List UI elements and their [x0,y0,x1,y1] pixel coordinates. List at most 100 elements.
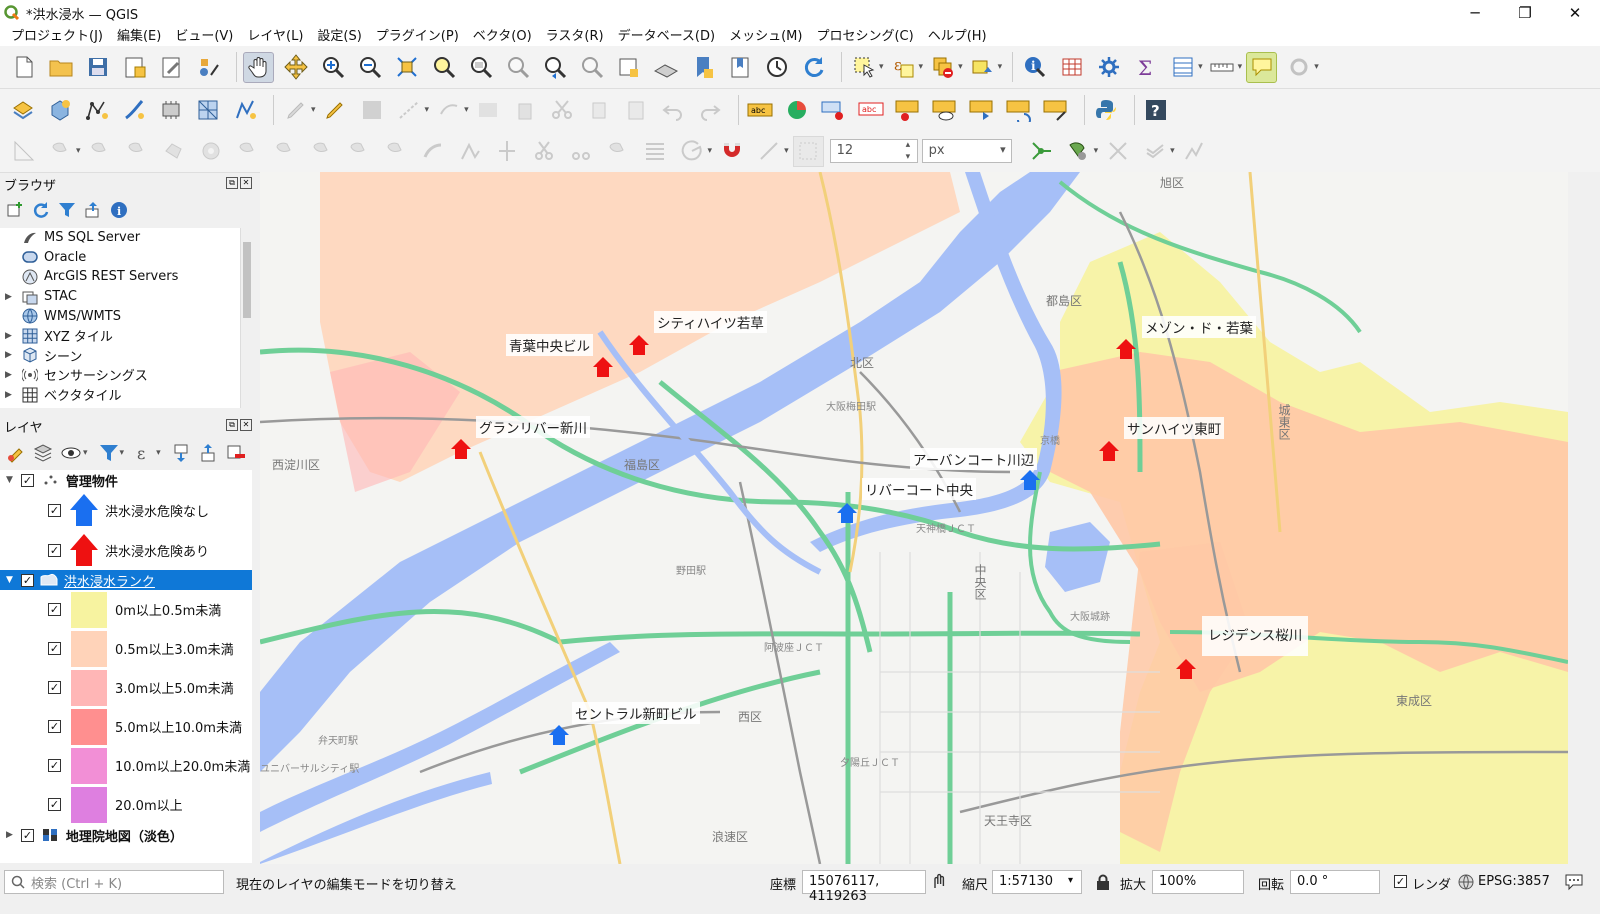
properties-icon[interactable]: i [110,201,128,219]
lock-scale-icon[interactable] [1096,874,1110,891]
identify-features-icon[interactable]: i [1019,52,1050,83]
select-by-location-icon[interactable] [967,52,998,83]
red-house-marker-icon[interactable] [1098,440,1120,462]
snapping-type-icon[interactable] [792,135,824,167]
paste-features-icon[interactable] [621,95,652,126]
merge-features-icon[interactable] [603,136,634,167]
fill-ring-icon[interactable] [270,136,301,167]
layout-manager-icon[interactable] [156,52,187,83]
legend-item[interactable]: ✓ 10.0m以上20.0m未満 [0,746,252,785]
open-attribute-table-icon[interactable] [1056,52,1087,83]
snapping-magnet-icon[interactable] [716,136,747,167]
open-layer-styling-icon[interactable] [6,443,26,463]
temporal-controller-icon[interactable] [761,52,792,83]
browser-item-stac[interactable]: ▶ STAC [0,287,252,307]
layer-checkbox[interactable]: ✓ [48,543,61,557]
filter-browser-icon[interactable] [58,201,76,219]
redo-icon[interactable] [695,95,726,126]
menu-mesh[interactable]: メッシュ(M) [722,25,809,44]
label-toolbar-icon[interactable]: abc [745,95,776,126]
crs-button[interactable]: EPSG:3857 [1478,874,1550,889]
menu-view[interactable]: ビュー(V) [168,25,240,44]
filter-by-expression-icon[interactable]: ε [135,443,155,463]
delete-ring-icon[interactable] [307,136,338,167]
toggle-extents-mouse-icon[interactable] [929,872,949,892]
add-part-icon[interactable] [233,136,264,167]
zoom-out-icon[interactable] [354,52,385,83]
legend-item[interactable]: ✓ 20.0m以上 [0,785,252,824]
layer-basemap[interactable]: ▶ ✓ 地理院地図（淡色） [0,825,252,845]
red-house-marker-icon[interactable] [450,438,472,460]
zoom-full-icon[interactable] [391,52,422,83]
digitize-line-icon[interactable] [394,95,425,126]
rotation-field[interactable]: 0.0 ° [1290,870,1380,894]
browser-scrollbar[interactable] [240,228,252,408]
processing-toolbox-icon[interactable] [1093,52,1124,83]
collapse-all-layers-icon[interactable] [199,443,219,463]
legend-checkbox[interactable]: ✓ [48,642,61,655]
close-panel-button[interactable]: ✕ [240,177,252,189]
legend-checkbox[interactable]: ✓ [48,720,61,733]
measure-icon[interactable] [1207,52,1238,83]
python-console-icon[interactable] [1091,95,1122,126]
new-temporary-scratch-layer-icon[interactable] [230,95,261,126]
split-parts-icon[interactable] [566,136,597,167]
layer-checkbox[interactable]: ✓ [48,503,61,517]
map-tips-icon[interactable] [1246,51,1278,83]
help-icon[interactable]: ? [1141,95,1172,126]
delete-selected-icon[interactable] [510,95,541,126]
label-properties-icon[interactable] [1041,95,1072,126]
legend-item[interactable]: ✓ 0m以上0.5m未満 [0,590,252,629]
legend-item[interactable]: ✓ 3.0m以上5.0m未満 [0,668,252,707]
coordinate-field[interactable]: 15076117, 4119263 [802,870,926,904]
change-label-icon[interactable] [1004,95,1035,126]
show-bookmarks-icon[interactable] [724,52,755,83]
tracing-icon[interactable] [1139,136,1170,167]
browser-item-mssql[interactable]: MS SQL Server [0,228,252,248]
zoom-last-icon[interactable] [539,52,570,83]
pan-to-selection-icon[interactable] [280,52,311,83]
new-geopackage-layer-icon[interactable] [45,95,76,126]
legend-checkbox[interactable]: ✓ [48,681,61,694]
current-edits-icon[interactable] [280,95,311,126]
scale-feature-icon[interactable] [122,136,153,167]
new-bookmark-icon[interactable] [687,52,718,83]
new-print-layout-icon[interactable] [119,52,150,83]
new-spatialite-layer-icon[interactable] [119,95,150,126]
simplify-feature-icon[interactable] [159,136,190,167]
vertex-tool-icon[interactable] [433,95,464,126]
add-group-icon[interactable] [33,443,53,463]
menu-layer[interactable]: レイヤ(L) [240,25,310,44]
menu-database[interactable]: データベース(D) [611,25,723,44]
float-panel-button[interactable]: ⧉ [226,419,238,431]
self-snapping-icon[interactable] [1102,136,1133,167]
layer-danger[interactable]: ✓ 洪水浸水危険あり [0,530,252,570]
add-ring-icon[interactable] [196,136,227,167]
toggle-editing-icon[interactable] [320,95,351,126]
close-panel-button[interactable]: ✕ [240,419,252,431]
legend-checkbox[interactable]: ✓ [48,603,61,616]
menu-edit[interactable]: 編集(E) [110,25,168,44]
menu-project[interactable]: プロジェクト(J) [4,25,110,44]
legend-checkbox[interactable]: ✓ [48,798,61,811]
refresh-icon[interactable] [798,52,829,83]
rotate-feature-icon[interactable] [85,136,116,167]
manage-map-themes-icon[interactable] [60,443,82,463]
enable-tracing-icon[interactable] [1179,136,1210,167]
zoom-to-selection-icon[interactable] [428,52,459,83]
save-project-icon[interactable] [82,52,113,83]
menu-help[interactable]: ヘルプ(H) [921,25,994,44]
red-house-marker-icon[interactable] [592,356,614,378]
move-label-icon[interactable] [893,95,924,126]
snapping-tolerance-input[interactable]: 12 [829,139,918,163]
browser-item-arcgis[interactable]: ArcGIS REST Servers [0,267,252,287]
filter-legend-icon[interactable] [99,443,119,463]
browser-item-sensorthings[interactable]: ▶ センサーシングス [0,365,252,385]
open-project-icon[interactable] [45,52,76,83]
snap-to-vertex-icon[interactable] [753,136,784,167]
save-layer-edits-icon[interactable] [357,95,388,126]
layer-checkbox[interactable]: ✓ [20,573,34,587]
zoom-in-icon[interactable] [317,52,348,83]
menu-vector[interactable]: ベクタ(O) [466,25,539,44]
magnifier-field[interactable]: 100% [1152,870,1244,894]
